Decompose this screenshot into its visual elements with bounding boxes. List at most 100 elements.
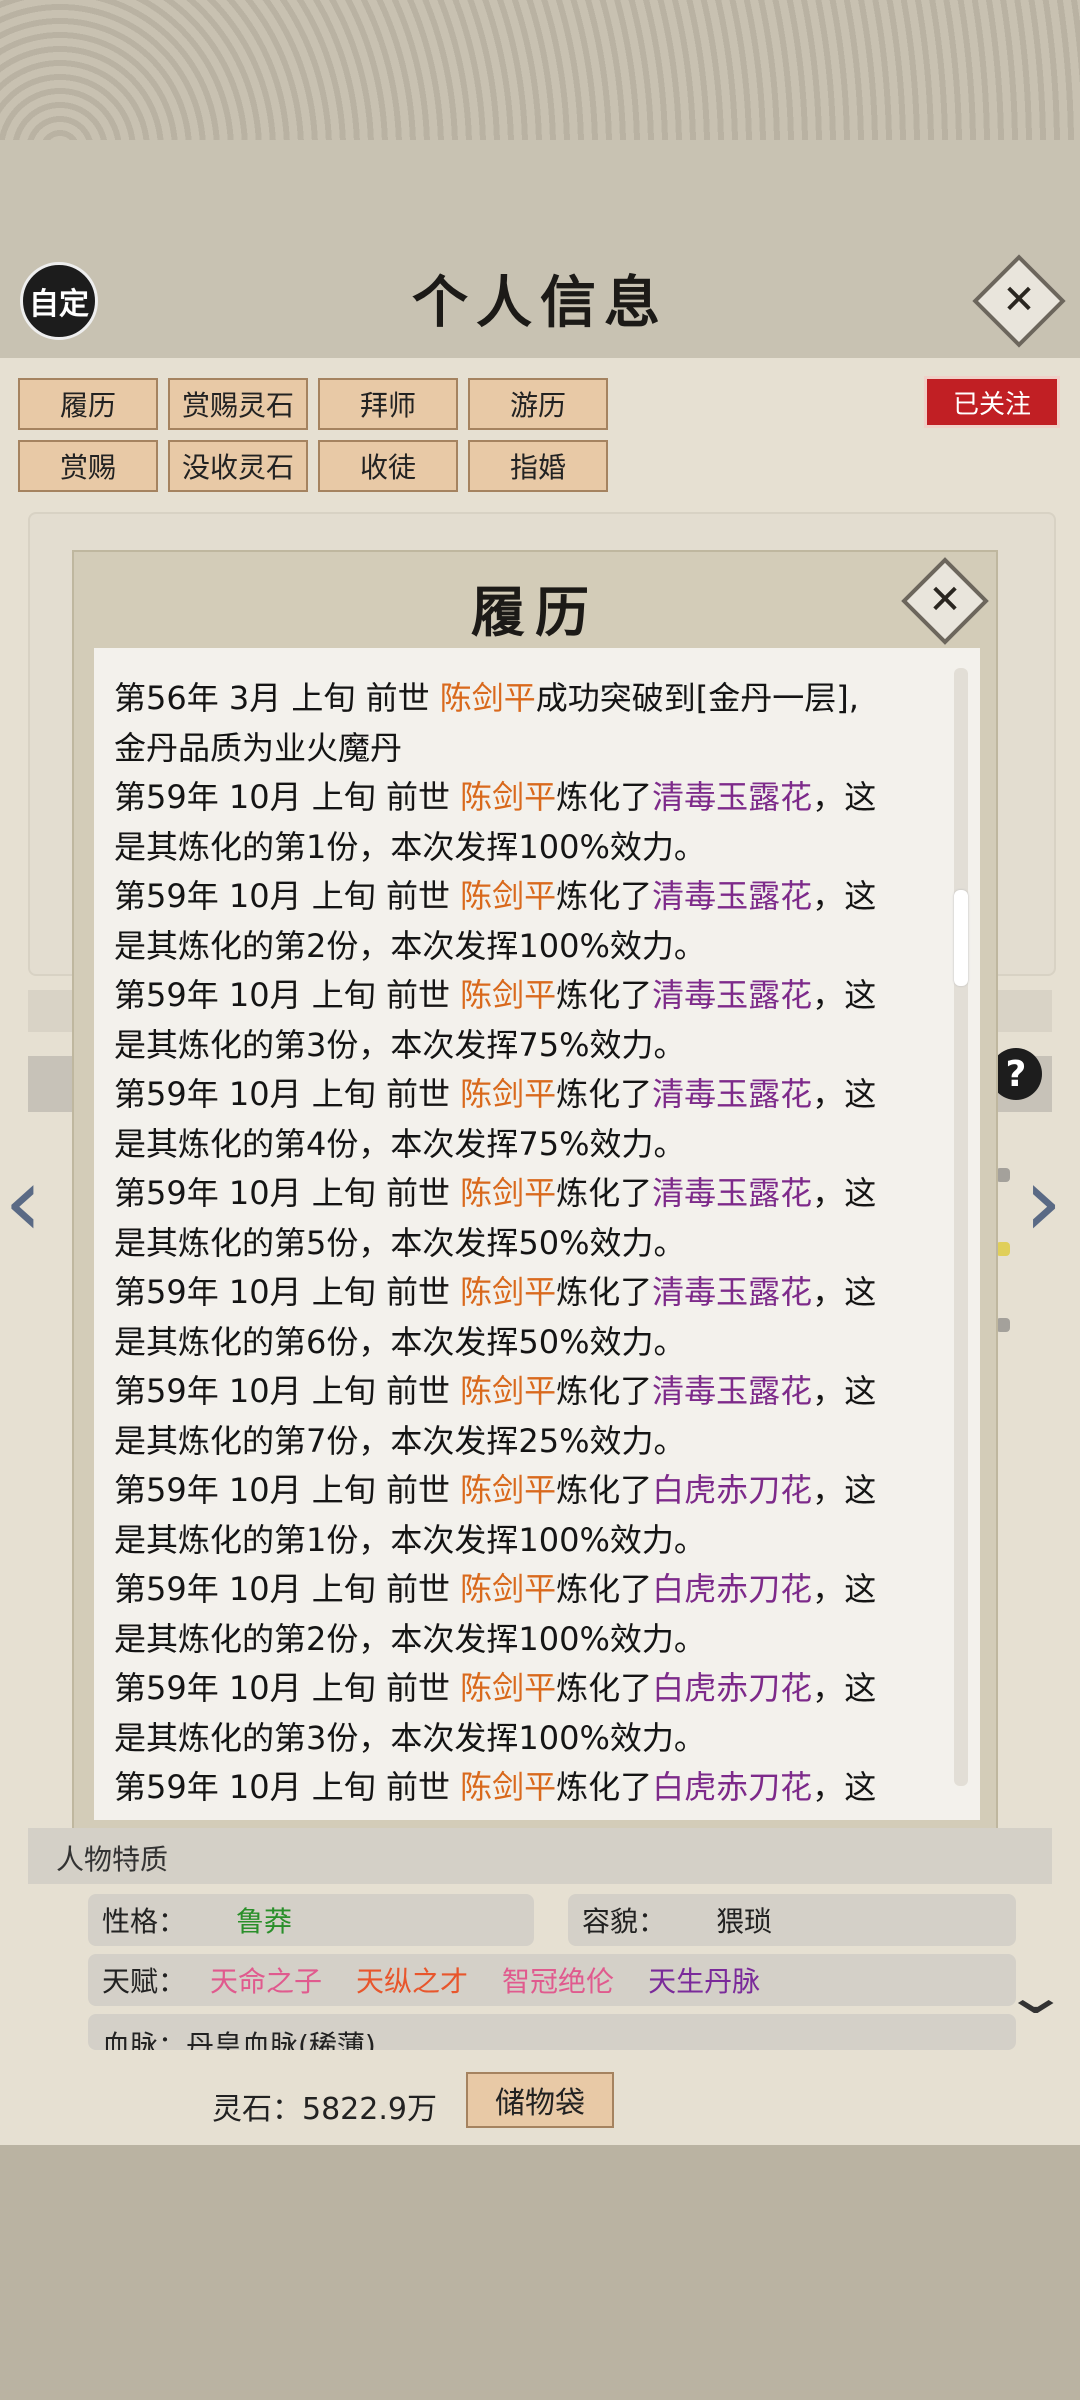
traits-section-title: 人物特质 [56,1843,169,1876]
log-text: ，这 [812,1174,877,1212]
log-text: 第59年 10月 上旬 前世 [114,1174,461,1212]
resume-log[interactable]: 第56年 3月 上旬 前世 陈剑平成功突破到[金丹一层], 金丹品质为业火魔丹 第5… [94,648,980,1820]
log-text: 是其炼化的第2份，本次发挥100%效力。 [114,926,706,965]
log-line: 第59年 10月 上旬 前世 陈剑平炼化了白虎赤刀花，这 [114,1666,876,1710]
log-line: 第59年 10月 上旬 前世 陈剑平炼化了白虎赤刀花，这 [114,1468,876,1512]
log-line: 是其炼化的第6份，本次发挥50%效力。 [114,1320,686,1364]
log-line: 第59年 10月 上旬 前世 陈剑平炼化了清毒玉露花，这 [114,1171,876,1215]
tab-confiscate-stones[interactable]: 没收灵石 [168,440,308,492]
indicator-dot [996,1318,1010,1332]
tab-arrange-marriage[interactable]: 指婚 [468,440,608,492]
log-text: ，这 [812,1471,877,1509]
log-text: 第59年 10月 上旬 前世 [114,1372,461,1410]
character-name: 陈剑平 [460,1273,557,1311]
log-text: 第59年 10月 上旬 前世 [114,1669,461,1707]
log-text: 第59年 10月 上旬 前世 [114,976,461,1014]
log-line: 金丹品质为业火魔丹 [114,726,402,770]
character-name: 陈剑平 [460,1075,557,1113]
tab-reward[interactable]: 赏赐 [18,440,158,492]
spirit-stone-count: 灵石：5822.9万 [212,2092,437,2127]
log-line: 是其炼化的第1份，本次发挥100%效力。 [114,1518,706,1562]
item-name: 清毒玉露花 [652,1174,813,1212]
log-text: 炼化了 [556,1075,653,1113]
talent-label: 天赋： [102,1965,187,1998]
close-icon: ✕ [1002,277,1036,323]
log-line: 是其炼化的第2份，本次发挥100%效力。 [114,924,706,968]
character-name: 陈剑平 [460,1372,557,1410]
follow-button[interactable]: 已关注 [924,376,1060,428]
log-text: ，这 [812,877,877,915]
log-text: 炼化了 [556,1570,653,1608]
character-name: 陈剑平 [460,1174,557,1212]
expand-chevron-icon[interactable]: ⌄ [1001,1966,1071,2026]
bloodline-row: 血脉：丹皇血脉(稀薄) [88,2014,1016,2050]
log-text: ，这 [812,1570,877,1608]
modal-close-button[interactable]: ✕ [901,557,989,645]
talent-3: 智冠绝伦 [502,1965,615,1998]
item-name: 清毒玉露花 [652,877,813,915]
modal-title: 履历 [471,580,599,644]
log-text: 是其炼化的第3份，本次发挥75%效力。 [114,1025,686,1064]
indicator-dot [996,1242,1010,1256]
log-text: 第59年 10月 上旬 前世 [114,877,461,915]
character-name: 陈剑平 [460,1471,557,1509]
log-text: 第59年 10月 上旬 前世 [114,1273,461,1311]
indicator-dot [996,1168,1010,1182]
log-line: 是其炼化的第5份，本次发挥50%效力。 [114,1221,686,1265]
appearance-row: 容貌： 猥琐 [568,1894,1016,1946]
personality-row: 性格： 鲁莽 [88,1894,534,1946]
log-text: 是其炼化的第7份，本次发挥25%效力。 [114,1421,686,1460]
log-text: 是其炼化的第2份，本次发挥100%效力。 [114,1619,706,1658]
bloodline-text: 血脉：丹皇血脉(稀薄) [102,2029,376,2050]
tab-apprentice[interactable]: 拜师 [318,378,458,430]
log-line: 是其炼化的第1份，本次发挥100%效力。 [114,825,706,869]
close-button[interactable]: ✕ [972,254,1066,348]
log-text: 第59年 10月 上旬 前世 [114,1768,461,1806]
log-line: 是其炼化的第3份，本次发挥100%效力。 [114,1716,706,1760]
log-text: 是其炼化的第4份，本次发挥75%效力。 [114,1124,686,1163]
log-text: 炼化了 [556,1372,653,1410]
item-name: 清毒玉露花 [652,778,813,816]
talent-2: 天纵之才 [356,1965,469,1998]
appearance-value: 猥琐 [716,1905,773,1938]
tab-reward-stones[interactable]: 赏赐灵石 [168,378,308,430]
log-line: 是其炼化的第4份，本次发挥75%效力。 [114,1122,686,1166]
log-text: 第59年 10月 上旬 前世 [114,1075,461,1113]
tab-take-disciple[interactable]: 收徒 [318,440,458,492]
traits-section-header [28,1828,1052,1884]
tab-resume[interactable]: 履历 [18,378,158,430]
storage-bag-button[interactable]: 储物袋 [466,2072,614,2128]
log-text: ，这 [812,1372,877,1410]
log-text: 炼化了 [556,1273,653,1311]
item-name: 白虎赤刀花 [652,1669,813,1707]
log-text: 第59年 10月 上旬 前世 [114,1471,461,1509]
prev-arrow-icon[interactable]: ‹ [4,1146,42,1258]
log-text: 是其炼化的第1份，本次发挥100%效力。 [114,1520,706,1559]
scrollbar-track[interactable] [954,668,968,1786]
log-text: 是其炼化的第6份，本次发挥50%效力。 [114,1322,686,1361]
character-name: 陈剑平 [460,778,557,816]
character-name: 陈剑平 [460,1768,557,1806]
item-name: 清毒玉露花 [652,1273,813,1311]
page-title: 个人信息 [412,270,668,336]
log-text: 炼化了 [556,976,653,1014]
log-text: ，这 [812,1768,877,1806]
log-line: 第59年 10月 上旬 前世 陈剑平炼化了清毒玉露花，这 [114,1270,876,1314]
log-line: 第59年 10月 上旬 前世 陈剑平炼化了白虎赤刀花，这 [114,1567,876,1611]
log-line: 是其炼化的第3份，本次发挥75%效力。 [114,1023,686,1067]
log-text: 第56年 3月 上旬 前世 [114,679,440,717]
log-text: 炼化了 [556,1174,653,1212]
log-text: 是其炼化的第3份，本次发挥100%效力。 [114,1718,706,1757]
close-icon: ✕ [928,577,962,623]
log-text: ，这 [812,976,877,1014]
item-name: 白虎赤刀花 [652,1471,813,1509]
log-text: ，这 [812,1075,877,1113]
log-line: 第59年 10月 上旬 前世 陈剑平炼化了清毒玉露花，这 [114,973,876,1017]
log-text: ，这 [812,1669,877,1707]
log-text: 炼化了 [556,1471,653,1509]
scrollbar-thumb[interactable] [954,890,968,986]
next-arrow-icon[interactable]: › [1024,1146,1062,1258]
character-name: 陈剑平 [439,679,536,717]
tab-travel[interactable]: 游历 [468,378,608,430]
log-line: 是其炼化的第2份，本次发挥100%效力。 [114,1617,706,1661]
